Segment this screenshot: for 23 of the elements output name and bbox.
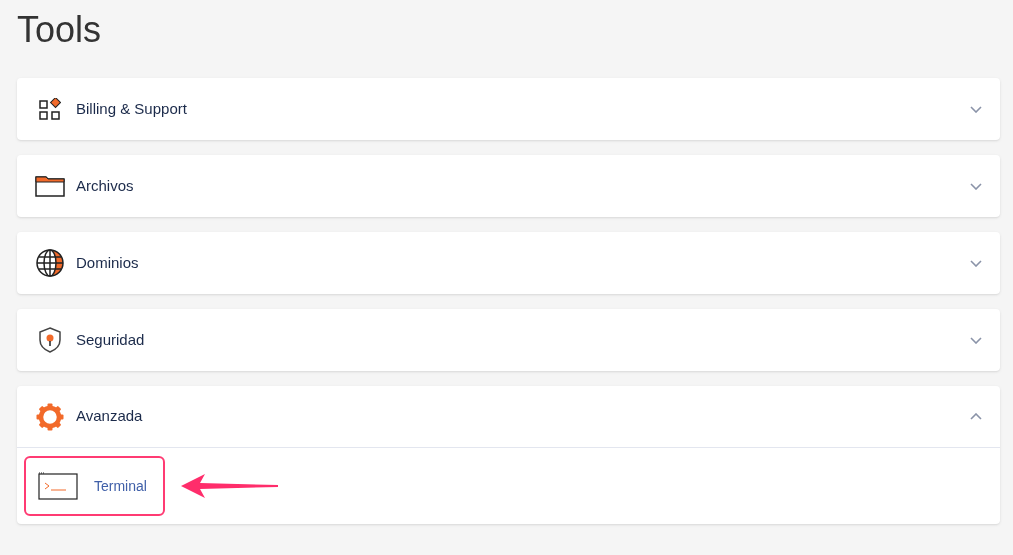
tool-link[interactable]: Terminal [24, 456, 165, 516]
section-header[interactable]: Archivos [17, 155, 1000, 217]
folder-icon [35, 175, 65, 197]
chevron-down-icon [970, 259, 982, 267]
chevron-down-icon [970, 182, 982, 190]
gear-icon [36, 402, 64, 431]
terminal-icon [38, 472, 78, 500]
shield-icon [38, 327, 62, 353]
section-header[interactable]: Dominios [17, 232, 1000, 294]
chevron-down-icon [970, 105, 982, 113]
globe-icon [36, 249, 64, 277]
section-label: Billing & Support [76, 98, 187, 119]
chevron-down-icon [970, 336, 982, 344]
section-header[interactable]: Billing & Support [17, 78, 1000, 140]
section-header[interactable]: Avanzada [17, 386, 1000, 448]
section-label: Archivos [76, 175, 134, 196]
page-title: Tools [17, 8, 102, 52]
section-label: Seguridad [76, 329, 145, 350]
apps-icon [39, 98, 61, 120]
section-label: Avanzada [76, 406, 143, 427]
section-header[interactable]: Seguridad [17, 309, 1000, 371]
section-label: Dominios [76, 252, 139, 273]
chevron-up-icon [970, 413, 982, 420]
